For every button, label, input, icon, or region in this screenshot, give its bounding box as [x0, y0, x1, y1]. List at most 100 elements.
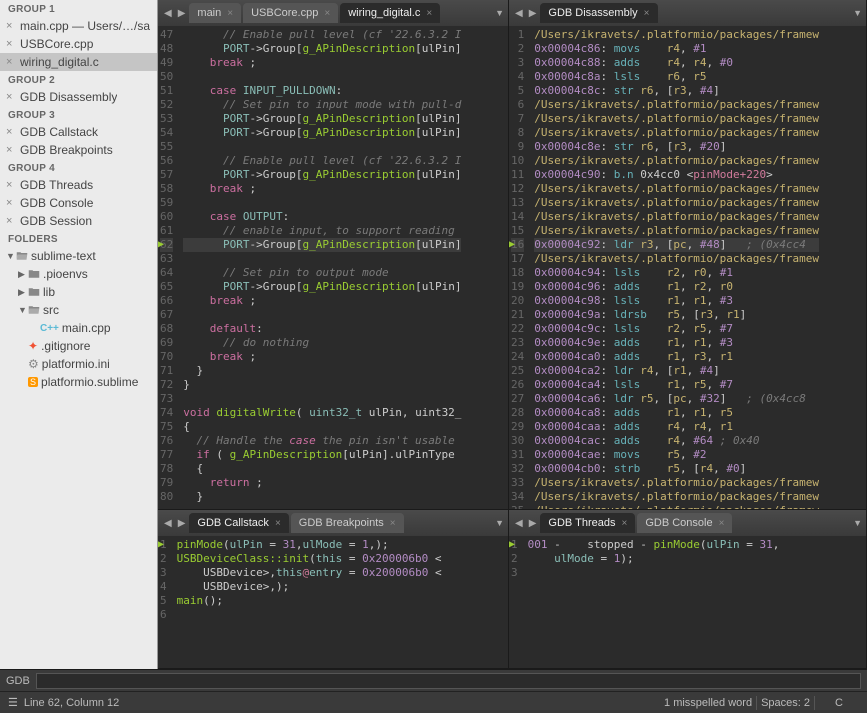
tab[interactable]: USBCore.cpp ×	[243, 3, 338, 23]
folder-root[interactable]: ▼sublime-text	[0, 247, 157, 265]
sidebar-item-label: GDB Disassembly	[20, 90, 117, 104]
pane-top-right: ◀▶GDB Disassembly×▼123456789101112131415…	[509, 0, 867, 510]
tab-dropdown-icon[interactable]: ▼	[495, 8, 504, 18]
tab-label: USBCore.cpp	[251, 7, 318, 19]
nav-fwd-icon[interactable]: ▶	[527, 518, 539, 529]
folder-item[interactable]: ▼ src	[0, 301, 157, 319]
nav-back-icon[interactable]: ◀	[162, 518, 174, 529]
close-icon[interactable]: ×	[426, 8, 432, 19]
sidebar-item-label: GDB Console	[20, 196, 93, 210]
sidebar-file-item[interactable]: ×GDB Breakpoints	[0, 141, 157, 159]
gdb-input[interactable]	[36, 673, 861, 689]
exec-arrow-icon: ▶	[158, 238, 164, 252]
sidebar-file-item[interactable]: × GDB Console	[0, 194, 157, 212]
nav-fwd-icon[interactable]: ▶	[527, 8, 539, 19]
pane-bottom-right: ◀▶ GDB Threads × GDB Console × ▼ ▶123001 - sto…	[509, 510, 867, 669]
sidebar-file-item[interactable]: × GDB Disassembly	[0, 88, 157, 106]
menu-icon[interactable]: ☰	[8, 696, 18, 709]
sidebar-file-item[interactable]: × GDB Session	[0, 212, 157, 230]
tab-label: GDB Disassembly	[548, 7, 637, 19]
folder-label: sublime-text	[31, 249, 96, 263]
sidebar-file-item[interactable]: × GDB Callstack	[0, 123, 157, 141]
exec-arrow-icon: ▶	[509, 238, 515, 252]
nav-fwd-icon[interactable]: ▶	[176, 8, 188, 19]
code-lines: /Users/ikravets/.platformio/packages/fra…	[530, 26, 819, 509]
code-area[interactable]: ▶123001 - stopped - pinMode(ulPin = 31, …	[509, 536, 866, 668]
close-icon[interactable]: ×	[275, 518, 281, 529]
close-icon[interactable]: ×	[719, 518, 725, 529]
close-icon[interactable]: ×	[6, 197, 16, 209]
tab-label: GDB Console	[645, 517, 712, 529]
close-icon[interactable]: ×	[227, 8, 233, 19]
close-icon[interactable]: ×	[6, 56, 16, 68]
close-icon[interactable]: ×	[6, 126, 16, 138]
tab-label: main	[197, 7, 221, 19]
status-spell[interactable]: 1 misspelled word	[664, 697, 752, 709]
close-icon[interactable]: ×	[6, 38, 16, 50]
chevron-down-icon: ▼	[18, 305, 28, 315]
tab[interactable]: GDB Console ×	[637, 513, 732, 533]
item-label: main.cpp	[62, 321, 111, 335]
item-label: platformio.ini	[42, 357, 110, 371]
chevron-right-icon: ▶	[18, 287, 28, 298]
editor-grid: ◀▶main×USBCore.cpp×wiring_digital.c×▼474…	[158, 0, 867, 669]
close-icon[interactable]: ×	[6, 20, 16, 32]
tab-dropdown-icon[interactable]: ▼	[853, 8, 862, 18]
gdb-bar: GDB	[0, 669, 867, 691]
close-icon[interactable]: ×	[6, 91, 16, 103]
tab-dropdown-icon[interactable]: ▼	[495, 518, 504, 528]
item-label: lib	[43, 285, 55, 299]
code-lines: 001 - stopped - pinMode(ulPin = 31, ulMo…	[524, 536, 780, 668]
nav-back-icon[interactable]: ◀	[162, 8, 174, 19]
tab[interactable]: GDB Threads ×	[540, 513, 635, 533]
sidebar-item-label: USBCore.cpp	[20, 37, 93, 51]
code-area[interactable]: 123456789101112131415▶161718192021222324…	[509, 26, 866, 509]
sidebar-file-item[interactable]: × USBCore.cpp	[0, 35, 157, 53]
sidebar-item-label: GDB Callstack	[20, 125, 98, 139]
close-icon[interactable]: ×	[621, 518, 627, 529]
group-header: GROUP 4	[0, 159, 157, 176]
status-position[interactable]: Line 62, Column 12	[24, 697, 119, 709]
code-lines: // Enable pull level (cf '22.6.3.2 I POR…	[179, 26, 461, 509]
tab[interactable]: GDB Disassembly ×	[540, 3, 657, 23]
close-icon[interactable]: ×	[6, 215, 16, 227]
item-label: src	[43, 303, 59, 317]
code-area[interactable]: 474849505152535455565758596061▶626364656…	[158, 26, 508, 509]
tab-label: GDB Threads	[548, 517, 615, 529]
nav-back-icon[interactable]: ◀	[513, 518, 525, 529]
folder-item[interactable]: ▶ lib	[0, 283, 157, 301]
folder-item[interactable]: ▶.pioenvs	[0, 265, 157, 283]
sidebar-file-item[interactable]: ×GDB Threads	[0, 176, 157, 194]
tab[interactable]: GDB Breakpoints×	[291, 513, 404, 533]
tab[interactable]: GDB Callstack×	[189, 513, 288, 533]
item-label: .gitignore	[41, 339, 90, 353]
sidebar-file-item[interactable]: ×main.cpp — Users/…/sa	[0, 17, 157, 35]
file-item[interactable]: C++main.cpp	[0, 319, 157, 337]
status-lang[interactable]: C	[819, 697, 859, 709]
sidebar-file-item[interactable]: ×wiring_digital.c	[0, 53, 157, 71]
group-header: GROUP 3	[0, 106, 157, 123]
folders-header: FOLDERS	[0, 230, 157, 247]
status-spaces[interactable]: Spaces: 2	[761, 697, 810, 709]
file-item[interactable]: ✦.gitignore	[0, 337, 157, 355]
code-area[interactable]: ▶123456pinMode(ulPin = 31,ulMode = 1,);U…	[158, 536, 508, 668]
tab-bar: ◀▶ GDB Threads × GDB Console × ▼	[509, 510, 866, 536]
gutter: ▶123	[509, 536, 524, 668]
close-icon[interactable]: ×	[644, 8, 650, 19]
sidebar: GROUP 1×main.cpp — Users/…/sa×USBCore.cp…	[0, 0, 158, 669]
nav-fwd-icon[interactable]: ▶	[176, 518, 188, 529]
file-item[interactable]: Splatformio.sublime	[0, 373, 157, 391]
tab[interactable]: wiring_digital.c×	[340, 3, 440, 23]
close-icon[interactable]: ×	[6, 179, 16, 191]
tab-bar: ◀▶GDB Callstack×GDB Breakpoints× ▼	[158, 510, 508, 536]
gutter: 474849505152535455565758596061▶626364656…	[158, 26, 179, 509]
close-icon[interactable]: ×	[324, 8, 330, 19]
item-label: platformio.sublime	[41, 375, 138, 389]
tab[interactable]: main ×	[189, 3, 241, 23]
close-icon[interactable]: ×	[6, 144, 16, 156]
sidebar-item-label: GDB Session	[20, 214, 92, 228]
file-item[interactable]: ⚙platformio.ini	[0, 355, 157, 373]
tab-dropdown-icon[interactable]: ▼	[853, 518, 862, 528]
nav-back-icon[interactable]: ◀	[513, 8, 525, 19]
close-icon[interactable]: ×	[390, 518, 396, 529]
